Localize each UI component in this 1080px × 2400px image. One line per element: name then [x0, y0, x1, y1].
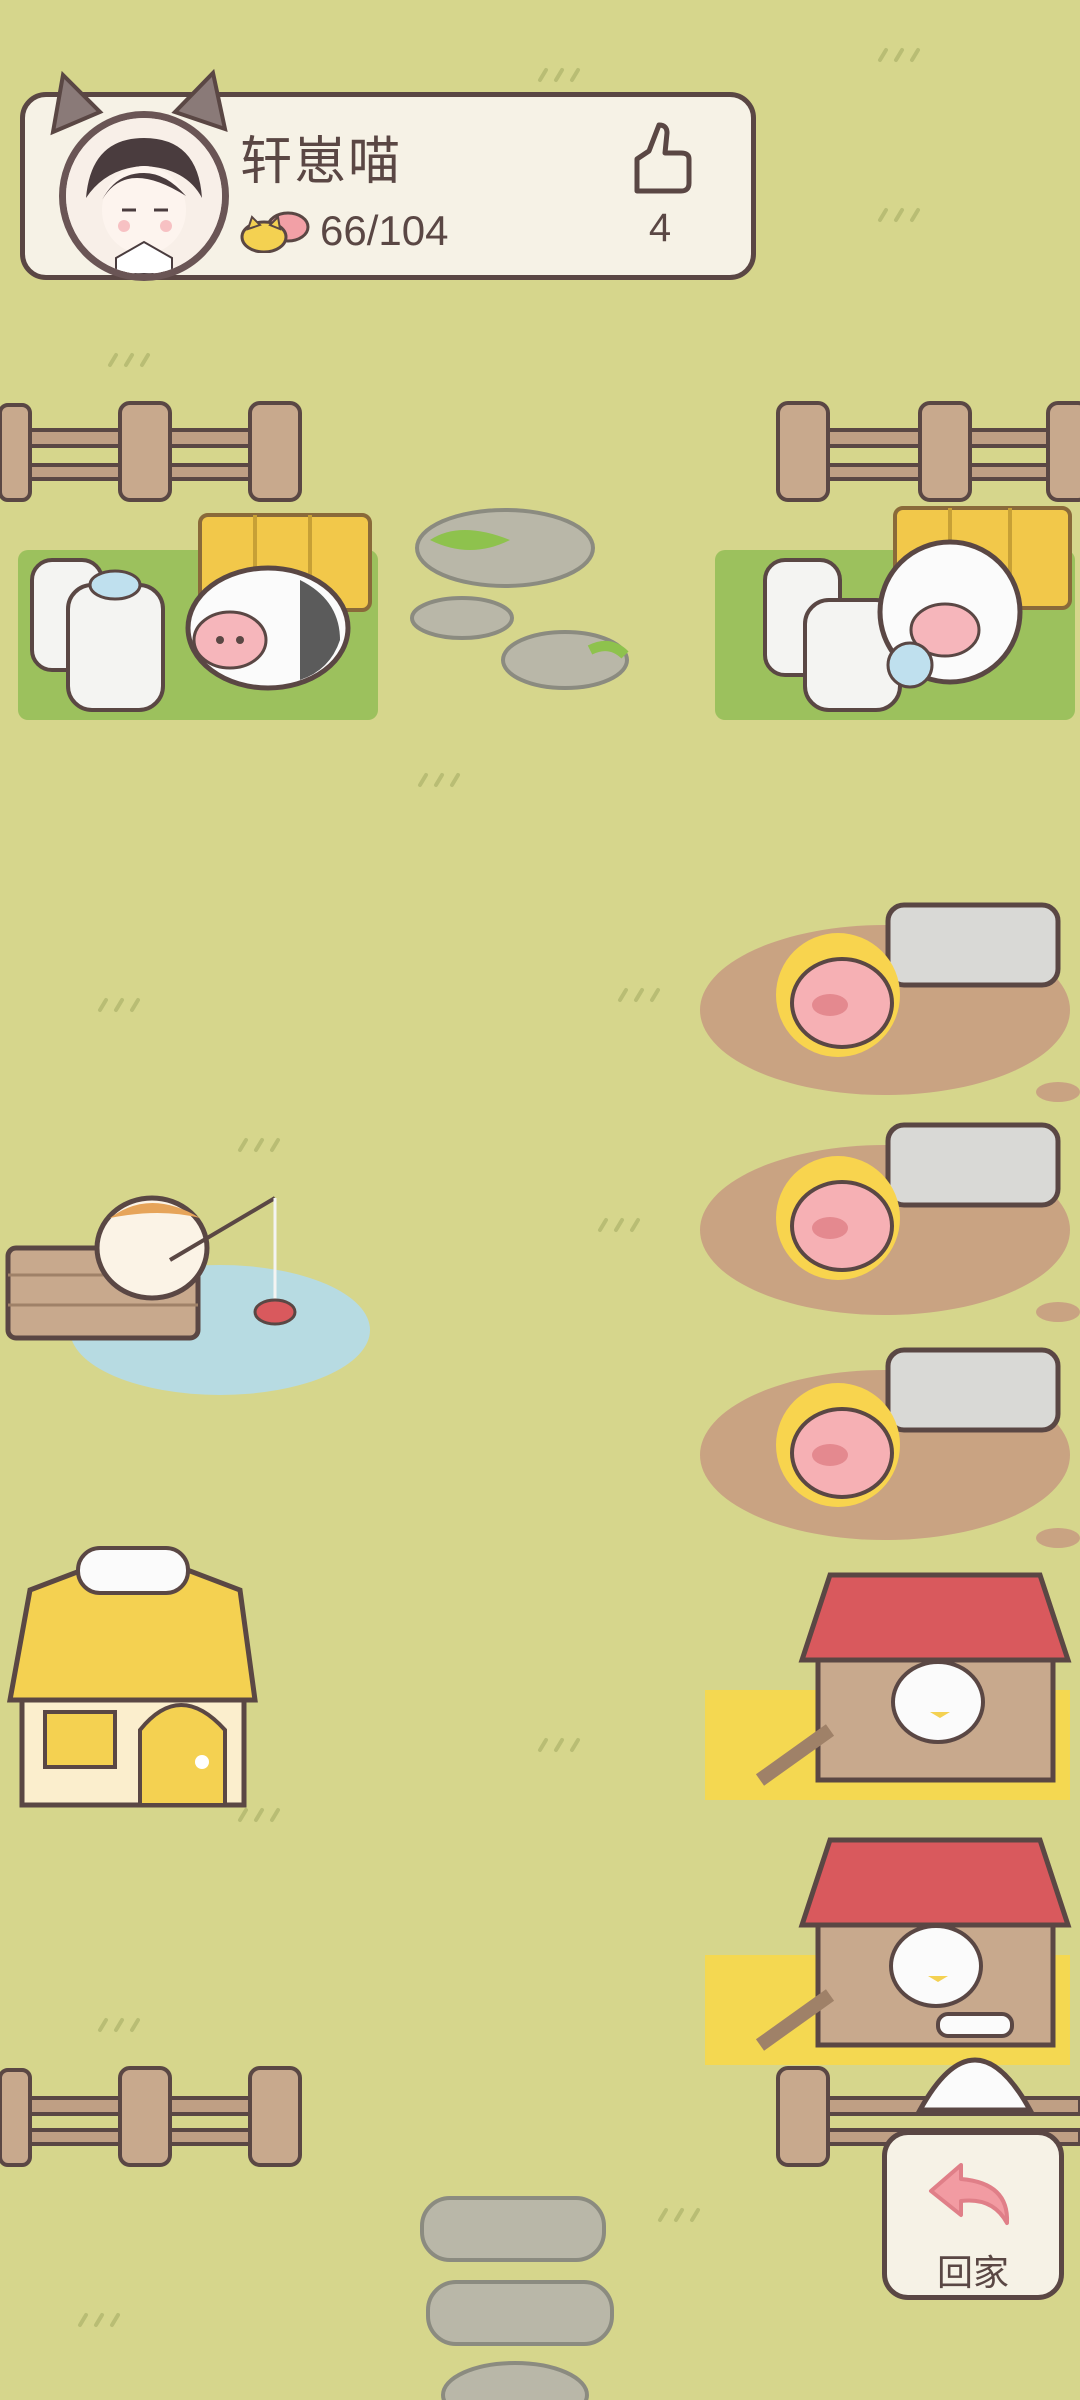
thumbs-up-icon: [634, 122, 692, 194]
cat-coin-icon: [240, 211, 310, 253]
cat-ear-left-icon: [50, 70, 104, 136]
cow-pen-left: [18, 513, 378, 720]
player-profile-card[interactable]: 轩崽喵 66/104 4: [20, 68, 756, 281]
chicken-coop-1: [705, 1572, 1072, 1800]
stepping-stones-bottom: [420, 2196, 614, 2400]
pig-pen-3: [700, 1347, 1080, 1548]
return-arrow-icon: [929, 2163, 1010, 2225]
avatar-portrait-icon: [66, 118, 222, 274]
pig-pen-2: [700, 1122, 1080, 1322]
home-button[interactable]: 回家: [882, 2130, 1064, 2300]
fence-top-left: [0, 401, 302, 502]
cow-pen-right: [715, 506, 1075, 720]
coin-counter: 66/104: [240, 207, 448, 255]
home-button-label: 回家: [936, 2252, 1009, 2293]
player-name: 轩崽喵: [240, 133, 403, 191]
yellow-house: [7, 1546, 258, 1808]
pig-pen-1: [700, 902, 1080, 1102]
fishing-pond: [5, 1195, 370, 1395]
stepping-stones-top: [410, 508, 629, 690]
tent-icon[interactable]: [910, 2010, 1040, 2120]
cat-ear-right-icon: [171, 68, 228, 133]
fence-top-right: [776, 401, 1080, 502]
like-button[interactable]: 4: [595, 121, 725, 251]
coin-value: 66/104: [320, 207, 449, 254]
fence-bottom-left: [0, 2066, 302, 2167]
like-count: 4: [648, 206, 672, 250]
